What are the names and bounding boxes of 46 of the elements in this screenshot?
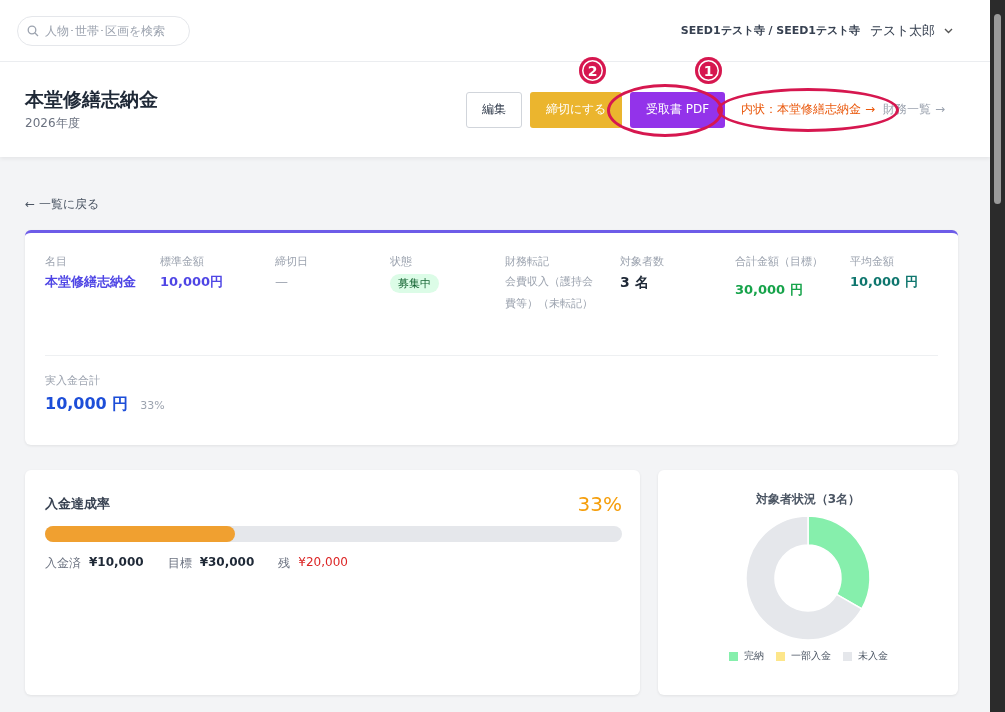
field-value: 会費収入（護持会費等）（未転記）	[505, 274, 594, 312]
page-subtitle: 2026年度	[25, 115, 81, 132]
legend-swatch	[728, 651, 738, 661]
field-label: 実入金合計	[45, 374, 101, 388]
stat-value: ¥10,000	[89, 555, 144, 571]
user-menu[interactable]: テスト太郎	[870, 21, 935, 40]
stat-value: ¥30,000	[199, 555, 255, 571]
legend-label: 未入金	[857, 649, 888, 663]
nav-link[interactable]: 内状：本堂修繕志納金 →	[741, 101, 876, 118]
card-title: 入金達成率	[45, 495, 110, 513]
stat-label: 残	[278, 555, 291, 572]
search-field[interactable]: 人物･世帯･区画を検索	[17, 15, 190, 46]
field-label: 締切日	[275, 255, 309, 269]
field-label: 対象者数	[620, 255, 665, 269]
legend-label: 一部入金	[790, 649, 831, 663]
field-label: 平均金額	[850, 255, 895, 269]
field-label: 財務転記	[505, 255, 550, 269]
pdf-button[interactable]: 受取書 PDF	[630, 91, 726, 128]
received-total: 10,000 円	[45, 394, 129, 415]
field-label: 名目	[45, 255, 68, 269]
received-percent: 33%	[140, 399, 165, 412]
scrollbar-thumb[interactable]	[994, 14, 1001, 204]
field-label: 状態	[390, 255, 413, 269]
page-title: 本堂修繕志納金	[25, 87, 159, 112]
field-value: 10,000円	[160, 273, 225, 291]
legend-label: 完納	[743, 649, 764, 663]
chart-title: 対象者状況（3名）	[755, 491, 861, 508]
stat-value: ¥20,000	[298, 555, 348, 571]
edit-button[interactable]: 編集	[466, 91, 523, 128]
field-label: 標準金額	[160, 255, 205, 269]
legend-swatch	[775, 651, 785, 661]
stat-label: 目標	[167, 555, 192, 572]
stat-label: 入金済	[45, 555, 81, 572]
field-value: 3 名	[620, 273, 650, 291]
legend-swatch	[842, 651, 852, 661]
progress-percent: 33%	[577, 492, 622, 516]
field-value: —	[275, 273, 289, 291]
organization-name: SEED1テスト寺 / SEED1テスト寺	[680, 23, 860, 38]
field-value: 10,000 円	[850, 273, 919, 291]
chevron-down-icon[interactable]	[944, 27, 953, 34]
field-value: 30,000 円	[735, 281, 804, 299]
field-value: 本堂修繕志納金	[45, 273, 137, 291]
back-link[interactable]: ← 一覧に戻る	[25, 196, 99, 213]
field-label: 合計金額（目標）	[735, 255, 824, 269]
status-badge: 募集中	[390, 274, 439, 293]
scrollbar[interactable]	[990, 0, 1005, 712]
